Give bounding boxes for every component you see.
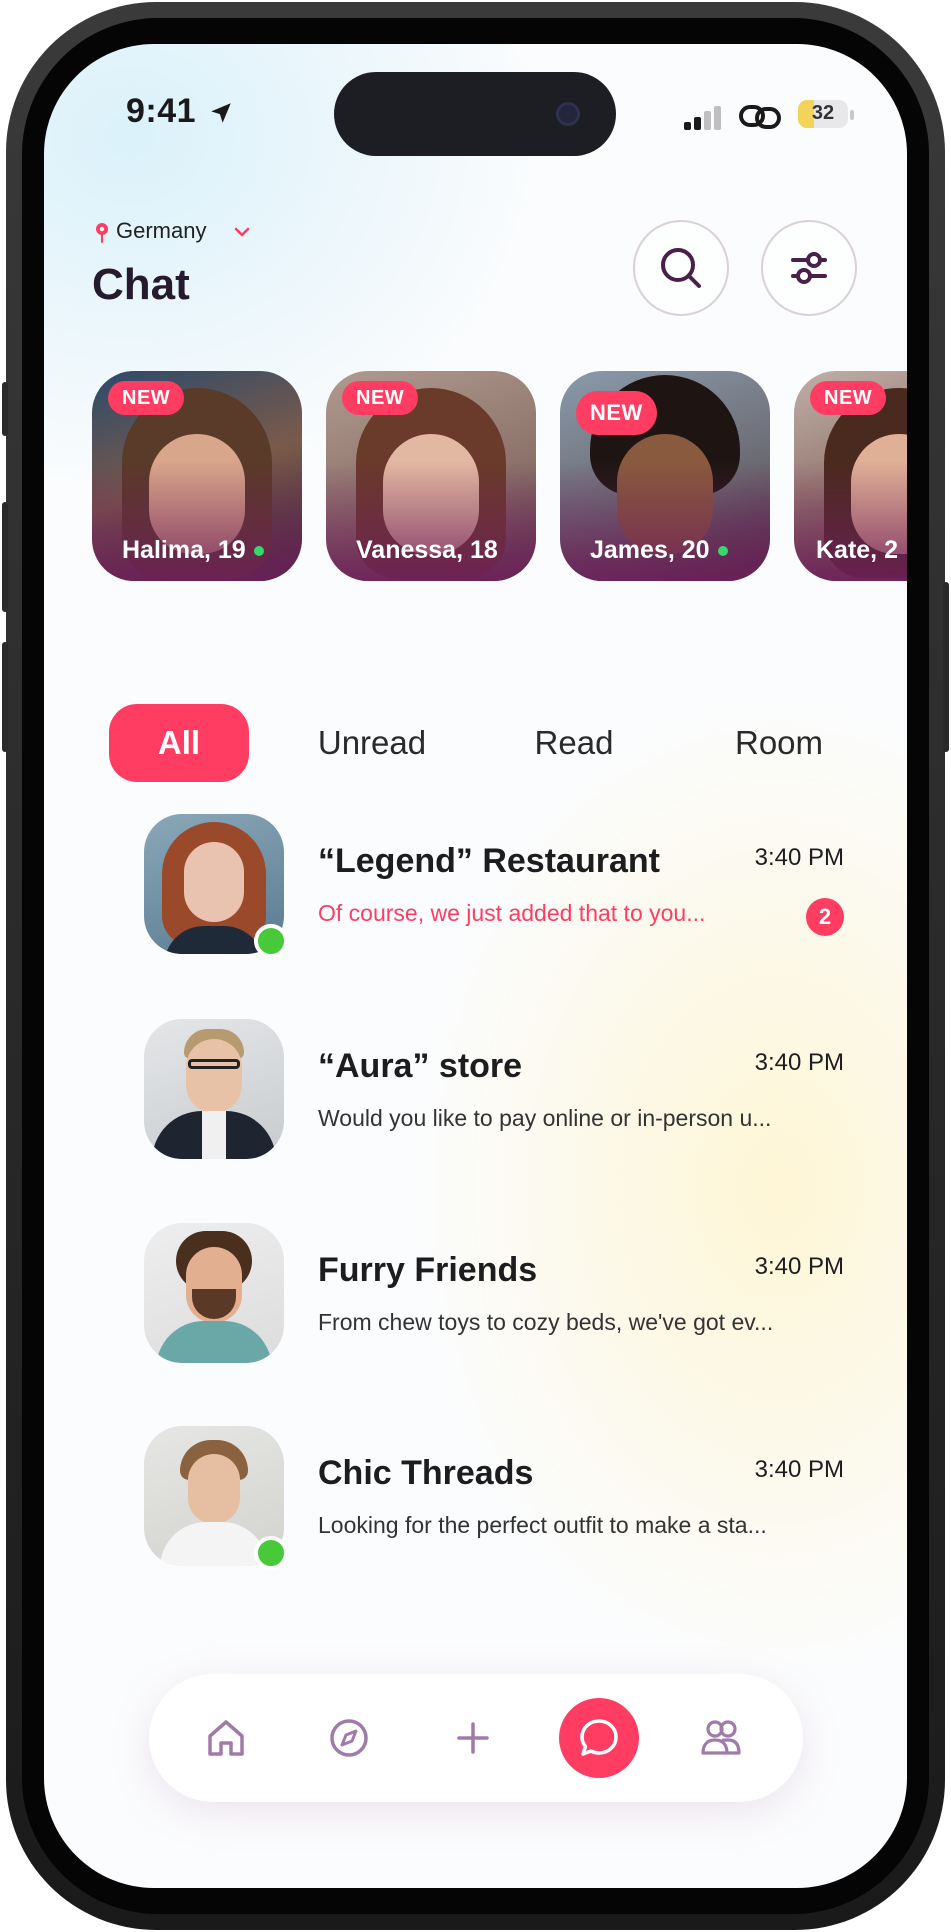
story-card[interactable]: NEW Kate, 2: [794, 371, 907, 581]
chat-preview: Would you like to pay online or in-perso…: [318, 1105, 772, 1131]
signal-icon: [684, 106, 721, 130]
online-indicator: [254, 924, 288, 958]
location-pin-icon: [96, 223, 108, 243]
story-card[interactable]: NEW Vanessa, 18: [326, 371, 536, 581]
chat-time: 3:40 PM: [754, 1253, 844, 1280]
chat-row[interactable]: “Legend” Restaurant 3:40 PM Of course, w…: [144, 814, 844, 964]
new-badge: NEW: [810, 381, 887, 415]
tab-all[interactable]: All: [109, 704, 249, 782]
chevron-down-icon[interactable]: [234, 226, 250, 238]
people-icon: [701, 1720, 741, 1755]
unread-count-badge: 2: [806, 898, 844, 936]
volume-down-button: [2, 642, 8, 752]
new-badge: NEW: [108, 381, 185, 415]
chat-name: Furry Friends: [318, 1251, 538, 1289]
volume-up-button: [2, 502, 8, 612]
location-selector[interactable]: Germany: [116, 218, 206, 244]
story-name-text: Kate, 2: [816, 536, 898, 564]
filter-button[interactable]: [761, 220, 857, 316]
mute-switch: [2, 382, 8, 436]
nav-home[interactable]: [194, 1706, 258, 1770]
camera-lens: [556, 102, 580, 126]
new-badge: NEW: [342, 381, 419, 415]
online-dot: [253, 546, 264, 557]
link-icon: [739, 105, 781, 129]
story-name-text: Vanessa, 18: [356, 536, 498, 564]
nav-chat[interactable]: [559, 1698, 639, 1778]
location-arrow-icon: [211, 103, 231, 123]
page-title: Chat: [92, 260, 190, 309]
online-dot: [717, 546, 728, 557]
battery-percent: 32: [811, 102, 835, 124]
chat-time: 3:40 PM: [754, 1456, 844, 1483]
sliders-icon: [791, 252, 827, 284]
screen: 9:41 32 Germany Chat NEW Halima, 19 NEW …: [44, 44, 907, 1888]
status-time: 9:41: [126, 92, 197, 130]
tab-unread[interactable]: Unread: [302, 704, 442, 782]
tab-read[interactable]: Read: [519, 704, 629, 782]
chat-name: Chic Threads: [318, 1454, 534, 1492]
chat-name: “Aura” store: [318, 1047, 523, 1085]
chat-bubble-icon: [580, 1719, 618, 1756]
chat-name: “Legend” Restaurant: [318, 842, 660, 880]
nav-people[interactable]: [689, 1706, 753, 1770]
story-name: James, 20: [590, 536, 728, 565]
chat-preview: From chew toys to cozy beds, we've got e…: [318, 1309, 774, 1335]
chat-time: 3:40 PM: [754, 1049, 844, 1076]
story-name-text: Halima, 19: [122, 536, 246, 564]
chat-row[interactable]: “Aura” store 3:40 PM Would you like to p…: [144, 1019, 844, 1169]
story-card[interactable]: NEW Halima, 19: [92, 371, 302, 581]
battery-nub: [850, 110, 854, 120]
compass-icon: [330, 1719, 368, 1757]
search-button[interactable]: [633, 220, 729, 316]
chat-row[interactable]: Furry Friends 3:40 PM From chew toys to …: [144, 1223, 844, 1373]
story-name: Halima, 19: [122, 536, 264, 565]
new-badge: NEW: [576, 391, 657, 435]
story-name: Kate, 2: [816, 536, 898, 565]
chat-time: 3:40 PM: [754, 844, 844, 871]
avatar: [144, 1223, 284, 1363]
search-icon: [661, 248, 701, 288]
tab-room[interactable]: Room: [719, 704, 839, 782]
bottom-nav: [149, 1674, 803, 1802]
chat-row[interactable]: Chic Threads 3:40 PM Looking for the per…: [144, 1426, 844, 1576]
dynamic-island: [334, 72, 616, 156]
avatar: [144, 1019, 284, 1159]
chat-preview: Of course, we just added that to you...: [318, 900, 706, 926]
chat-preview: Looking for the perfect outfit to make a…: [318, 1512, 767, 1538]
story-name-text: James, 20: [590, 536, 710, 564]
online-indicator: [254, 1536, 288, 1570]
home-icon: [208, 1720, 244, 1756]
story-name: Vanessa, 18: [356, 536, 498, 565]
battery-indicator: 32: [798, 100, 848, 128]
nav-explore[interactable]: [317, 1706, 381, 1770]
power-button: [943, 582, 949, 752]
plus-icon: [457, 1722, 489, 1754]
nav-add[interactable]: [441, 1706, 505, 1770]
story-card[interactable]: NEW James, 20: [560, 371, 770, 581]
